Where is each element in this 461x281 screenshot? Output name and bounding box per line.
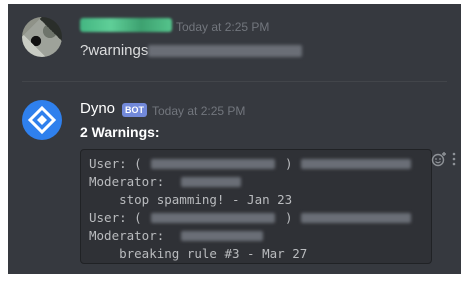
code-line: stop spamming! - Jan 23	[89, 192, 293, 207]
redacted-username	[301, 213, 411, 223]
add-reaction-icon[interactable]	[431, 151, 447, 167]
redacted-text	[148, 45, 302, 57]
dyno-logo-icon	[27, 105, 57, 135]
code-line: Moderator:	[89, 174, 165, 189]
more-icon[interactable]	[451, 151, 457, 167]
user-avatar[interactable]	[22, 17, 62, 57]
code-line: )	[285, 156, 293, 171]
code-line: User: (	[89, 156, 142, 171]
dyno-avatar[interactable]	[22, 100, 62, 140]
message-divider	[22, 81, 447, 82]
bot-username[interactable]: Dyno	[80, 100, 115, 117]
warnings-title: 2 Warnings:	[80, 124, 160, 140]
warnings-codeblock: User: ( ) Moderator: stop spamming! - Ja…	[80, 149, 432, 264]
redacted-username	[301, 159, 411, 169]
message-actions	[431, 150, 457, 167]
bot-tag: BOT	[122, 103, 147, 117]
username-redacted[interactable]	[80, 18, 172, 32]
redacted-moderator	[181, 177, 241, 187]
redacted-moderator	[181, 231, 263, 241]
code-line: User: (	[89, 210, 142, 225]
redacted-user-id	[151, 159, 275, 169]
message-text: ?warnings	[80, 42, 149, 59]
code-line: )	[285, 210, 293, 225]
code-line: Moderator:	[89, 228, 165, 243]
code-line: breaking rule #3 - Mar 27	[89, 246, 308, 261]
bot-message-timestamp: Today at 2:25 PM	[152, 104, 246, 118]
redacted-user-id	[151, 213, 275, 223]
chat-area: Today at 2:25 PM ?warnings Dyno BOT Toda…	[8, 4, 461, 274]
message-timestamp: Today at 2:25 PM	[176, 20, 270, 34]
